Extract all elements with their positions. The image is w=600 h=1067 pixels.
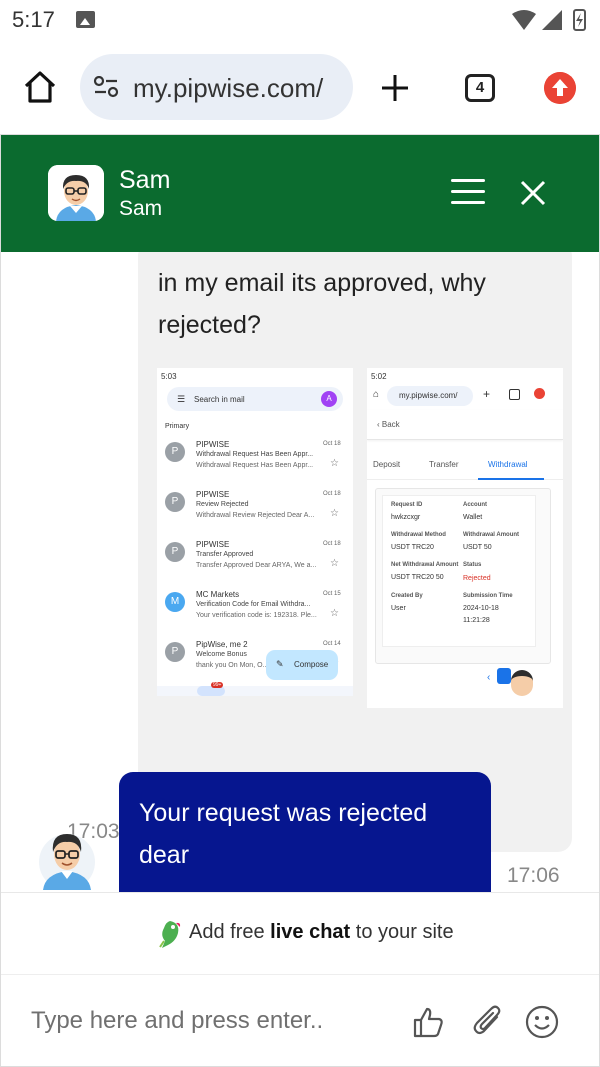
mini-mail-date: Oct 15 — [323, 591, 341, 597]
mini-mail-row: P PIPWISE Oct 18 Review Rejected Withdrawal … — [157, 488, 353, 534]
mini-tabs-icon — [509, 389, 520, 400]
mini-mail-date: Oct 14 — [323, 641, 341, 647]
agent-subtitle: Sam — [119, 197, 163, 220]
status-bar: 5:17 — [0, 0, 600, 40]
parrot-logo-icon — [159, 921, 181, 948]
mini-mail-row: M MC Markets Oct 15 Verification Code for E… — [157, 588, 353, 634]
mini-mail-snippet: Transfer Approved Dear ARYA, We a... — [196, 562, 317, 569]
mini-mail-sender: PipWise, me 2 — [196, 640, 248, 649]
outgoing-message: Your request was rejected dear — [119, 772, 491, 892]
browser-toolbar: my.pipwise.com/ 4 — [0, 40, 600, 134]
mini-mail-snippet: Withdrawal Request Has Been Appr... — [196, 462, 314, 469]
home-icon[interactable] — [22, 70, 58, 104]
agent-avatar — [48, 165, 104, 221]
incoming-message-text: in my email its approved, why rejected? — [158, 269, 486, 339]
status-time: 5:17 — [12, 7, 55, 32]
powered-by-text: Add free live chat to your site — [189, 921, 454, 943]
message-input[interactable] — [31, 1003, 371, 1039]
site-settings-icon[interactable] — [93, 76, 119, 98]
tab-switcher-button[interactable]: 4 — [465, 74, 495, 102]
mini-mail-date: Oct 18 — [323, 491, 341, 497]
mini-status-time-2: 5:02 — [371, 372, 387, 381]
mini-tab-deposit: Deposit — [373, 460, 401, 469]
outgoing-message-time: 17:06 — [507, 864, 560, 887]
outgoing-message-text: Your request was rejected dear — [139, 799, 428, 869]
mini-mail-sender: PIPWISE — [196, 540, 230, 549]
mini-tab-bar: Deposit Transfer Withdrawal — [367, 450, 563, 480]
mini-avatar — [511, 670, 533, 696]
mini-mail-subject: Welcome Bonus — [196, 651, 247, 658]
url-text: my.pipwise.com/ — [133, 73, 324, 103]
attachment-screenshot-withdrawal[interactable]: 5:02 ⌂ my.pipwise.com/ + ‹ Back Deposit … — [367, 368, 563, 708]
mini-update-icon — [534, 388, 545, 399]
sender-avatar — [39, 834, 95, 890]
mini-mail-sender: MC Markets — [196, 590, 240, 599]
message-composer — [1, 974, 599, 1066]
mini-mail-date: Oct 18 — [323, 441, 341, 447]
address-bar[interactable]: my.pipwise.com/ — [80, 54, 353, 120]
mini-star-icon: ☆ — [330, 508, 339, 519]
mini-star-icon: ☆ — [330, 558, 339, 569]
mini-mail-avatar: P — [165, 642, 185, 662]
mini-mail-subject: Review Rejected — [196, 501, 249, 508]
message-list[interactable]: in my email its approved, why rejected? … — [1, 252, 599, 892]
mini-mail-sender: PIPWISE — [196, 440, 230, 449]
mini-status-time: 5:03 — [161, 372, 177, 381]
mini-chat-toggle: ‹ — [487, 672, 491, 683]
mini-mail-snippet: thank you On Mon, O... — [196, 662, 269, 669]
mini-account-avatar: A — [321, 391, 337, 407]
close-icon[interactable] — [519, 179, 547, 207]
mini-bottom-nav: 99+ — [157, 682, 353, 696]
mini-compose-button: ✎ Compose — [266, 650, 338, 680]
mini-mail-subject: Verification Code for Email Withdra... — [196, 601, 311, 608]
attachment-icon[interactable] — [471, 1003, 505, 1039]
mini-mail-row: P PIPWISE Oct 18 Withdrawal Request Has Bee… — [157, 438, 353, 484]
mini-tab-transfer: Transfer — [429, 460, 459, 469]
mini-plus-icon: + — [483, 387, 491, 401]
mini-mail-badge: 99+ — [211, 682, 224, 688]
emoji-icon[interactable] — [525, 1005, 559, 1039]
mini-back-bar: ‹ Back — [367, 410, 563, 440]
agent-name: Sam — [119, 166, 171, 194]
mini-address-bar: my.pipwise.com/ — [387, 386, 473, 406]
incoming-message: in my email its approved, why rejected? … — [138, 252, 572, 852]
mini-star-icon: ☆ — [330, 608, 339, 619]
signal-icon — [542, 10, 562, 30]
mini-mail-avatar: P — [165, 542, 185, 562]
powered-by-link[interactable]: Add free live chat to your site — [1, 892, 599, 974]
mini-mail-row: P PIPWISE Oct 18 Transfer Approved Transfer … — [157, 538, 353, 584]
mini-home-icon: ⌂ — [373, 389, 380, 400]
gallery-notification-icon — [76, 11, 95, 28]
mini-status-rejected: Rejected — [463, 575, 491, 582]
mini-star-icon: ☆ — [330, 458, 339, 469]
chat-header: Sam Sam — [1, 135, 599, 252]
mini-mail-subject: Withdrawal Request Has Been Appr... — [196, 451, 314, 458]
status-icons — [512, 9, 586, 31]
mini-mail-subject: Transfer Approved — [196, 551, 254, 558]
mini-mail-date: Oct 18 — [323, 541, 341, 547]
menu-icon[interactable] — [451, 179, 485, 205]
wifi-icon — [512, 10, 536, 30]
mini-withdrawal-card: Request ID hwkzcxgr Account Wallet Withd… — [375, 488, 551, 664]
mini-mail-sender: PIPWISE — [196, 490, 230, 499]
mini-chat-button — [497, 668, 511, 684]
new-tab-icon[interactable] — [380, 73, 410, 103]
mini-search-bar: ☰ Search in mail A — [167, 387, 343, 411]
mini-mail-avatar: M — [165, 592, 185, 612]
mini-search-placeholder: Search in mail — [194, 395, 245, 404]
mini-mail-snippet: Your verification code is: 192318. Ple..… — [196, 612, 317, 619]
attachment-screenshot-mail[interactable]: 5:03 ☰ Search in mail A Primary P PIPWISE… — [157, 368, 353, 696]
update-icon[interactable] — [544, 72, 576, 104]
chat-widget: Sam Sam in my email its approved, why re… — [0, 134, 600, 1067]
mini-mail-avatar: P — [165, 442, 185, 462]
mini-tab-withdrawal: Withdrawal — [488, 460, 528, 469]
mini-menu-icon: ☰ — [177, 394, 186, 404]
mini-section-label: Primary — [165, 423, 190, 430]
mini-mail-avatar: P — [165, 492, 185, 512]
thumbs-up-icon[interactable] — [411, 1005, 445, 1039]
mini-mail-snippet: Withdrawal Review Rejected Dear A... — [196, 512, 315, 519]
